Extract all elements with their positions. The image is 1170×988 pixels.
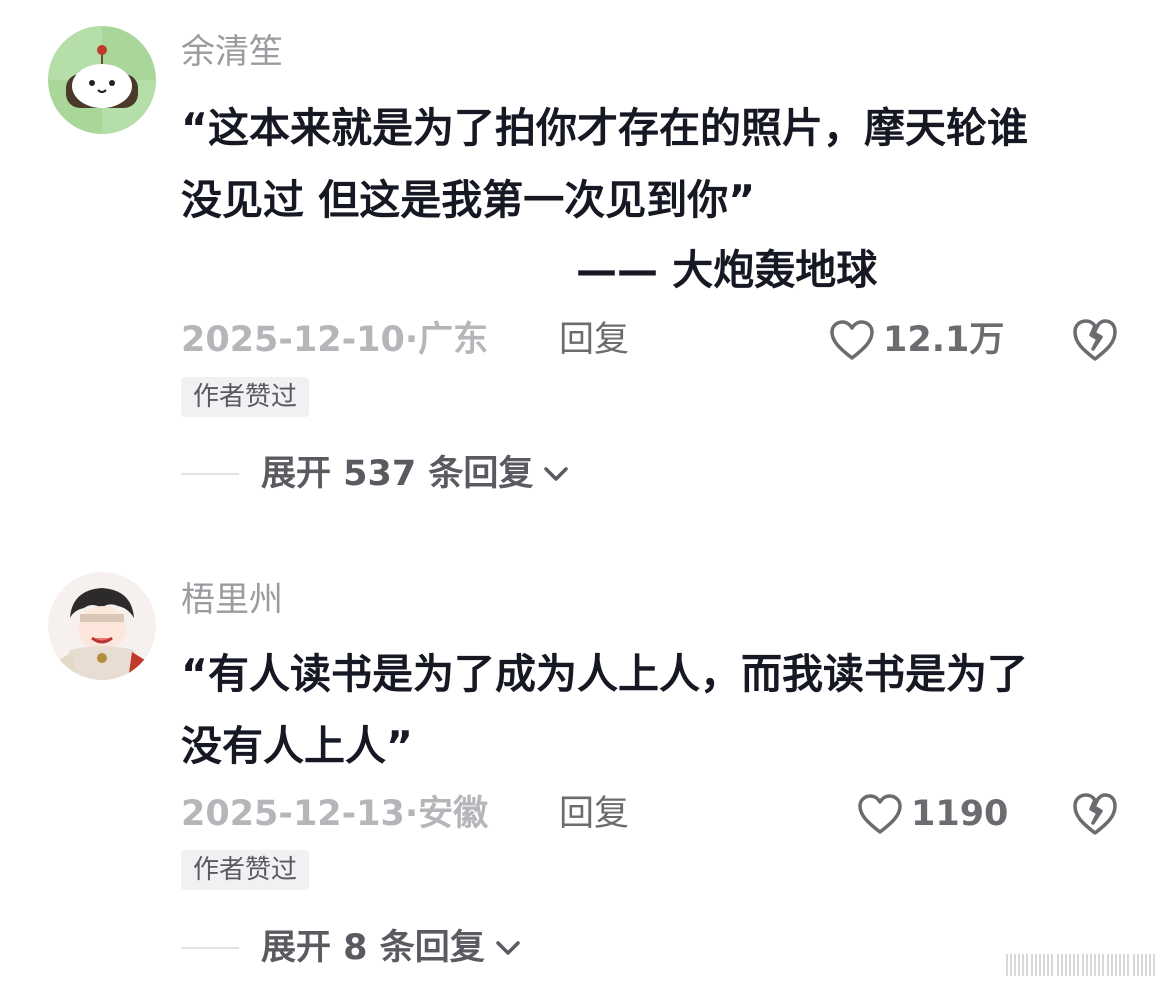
author-liked-badge: 作者赞过 [181, 850, 310, 890]
username[interactable]: 余清笙 [181, 32, 283, 72]
watermark-barcode [1006, 954, 1156, 976]
date-location: 2025-12-13·安徽 [181, 794, 489, 834]
like-count: 12.1万 [883, 320, 1005, 360]
expand-replies-button[interactable]: 展开 8 条回复 [181, 926, 521, 970]
comment-meta: 2025-12-10·广东 回复 12.1万 [181, 318, 1131, 362]
comment-text-line-1: “这本来就是为了拍你才存在的照片，摩天轮谁 [181, 104, 1028, 152]
comment-meta: 2025-12-13·安徽 回复 1190 [181, 792, 1131, 836]
expand-replies-button[interactable]: 展开 537 条回复 [181, 452, 569, 496]
broken-heart-icon[interactable] [1071, 791, 1119, 837]
expand-replies-label: 展开 8 条回复 [261, 928, 485, 968]
author-liked-badge: 作者赞过 [181, 377, 310, 417]
divider-line [181, 947, 239, 949]
date-location: 2025-12-10·广东 [181, 320, 489, 360]
expand-replies-label: 展开 537 条回复 [261, 454, 534, 494]
comment-text-line-2: 没见过 但这是我第一次见到你” [181, 176, 756, 224]
like-count: 1190 [911, 794, 1009, 834]
heart-icon [858, 794, 902, 834]
like-button[interactable]: 12.1万 [829, 318, 1004, 362]
divider-line [181, 473, 239, 475]
chevron-down-icon [495, 941, 520, 955]
reply-button[interactable]: 回复 [559, 792, 629, 836]
reply-button[interactable]: 回复 [559, 318, 629, 362]
comment-text-line-2: 没有人上人” [181, 722, 413, 770]
chevron-down-icon [544, 467, 569, 481]
comment-list: 余清笙 “这本来就是为了拍你才存在的照片，摩天轮谁 没见过 但这是我第一次见到你… [0, 0, 1170, 988]
username[interactable]: 梧里州 [181, 580, 283, 620]
comment-attribution: —— 大炮轰地球 [576, 246, 878, 294]
broken-heart-icon[interactable] [1071, 317, 1119, 363]
heart-icon [830, 320, 874, 360]
avatar[interactable] [48, 572, 156, 680]
comment-text-line-1: “有人读书是为了成为人上人，而我读书是为了 [181, 650, 1028, 698]
avatar[interactable] [48, 26, 156, 134]
like-button[interactable]: 1190 [857, 792, 1008, 836]
